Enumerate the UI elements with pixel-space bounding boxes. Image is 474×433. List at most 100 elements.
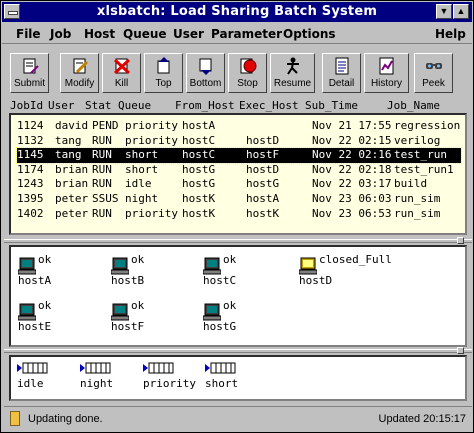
job-cell-time: Nov 22 02:18: [312, 162, 392, 176]
title-bar[interactable]: xlsbatch: Load Sharing Batch System ▼ ▲: [2, 2, 472, 22]
job-cell-exec: hostD: [246, 162, 280, 176]
menu-file[interactable]: File: [16, 27, 41, 41]
kill-button[interactable]: Kill: [102, 53, 141, 93]
job-cell-exec: hostF: [246, 148, 280, 162]
splitter-sash-2[interactable]: [457, 347, 464, 354]
col-from-host[interactable]: From_Host: [175, 99, 235, 112]
menu-parameter[interactable]: Parameter: [211, 27, 282, 41]
job-cell-stat: PEND: [92, 119, 119, 132]
job-cell-from: hostK: [182, 191, 216, 205]
job-cell-exec: hostD: [246, 133, 280, 147]
job-list[interactable]: 1124 david PEND priority hostA Nov 21 17:55 re…: [9, 113, 467, 235]
host-status: closed_Full: [319, 253, 392, 266]
status-updated-time: Updated 20:15:17: [378, 413, 466, 425]
bottom-button[interactable]: Bottom: [186, 53, 225, 93]
job-cell-queue: short: [125, 148, 159, 162]
job-row[interactable]: 1395 peter SSUS night hostK hostA Nov 23 06:03…: [17, 192, 461, 207]
col-queue[interactable]: Queue: [118, 99, 151, 112]
history-icon: [379, 57, 394, 75]
job-cell-stat: SSUS: [92, 191, 119, 205]
computer-closed-icon: [299, 257, 317, 275]
minimize-button[interactable]: ▼: [436, 4, 452, 19]
job-cell-time: Nov 21 17:55: [312, 119, 392, 132]
maximize-button[interactable]: ▲: [453, 4, 469, 19]
menu-job[interactable]: Job: [50, 27, 71, 41]
job-cell-queue: priority: [125, 133, 178, 147]
job-cell-from: hostC: [182, 148, 216, 162]
detail-label: Detail: [328, 78, 355, 89]
host-name: hostB: [111, 274, 145, 287]
job-cell-queue: priority: [125, 119, 178, 132]
computer-icon: [18, 303, 36, 321]
menu-host[interactable]: Host: [84, 27, 115, 41]
col-stat[interactable]: Stat: [85, 99, 112, 112]
queue-name: idle: [17, 377, 44, 390]
job-cell-time: Nov 22 03:17: [312, 177, 392, 191]
top-label: Top: [155, 78, 172, 89]
job-row[interactable]: 1243 brian RUN idle hostG hostG Nov 22 03:17 bu…: [17, 177, 461, 192]
pane-splitter-1[interactable]: [4, 237, 472, 244]
job-row[interactable]: 1132 tang RUN priority hostC hostD Nov 22 02:1…: [17, 134, 461, 149]
host-name: hostC: [203, 274, 237, 287]
pane-splitter-2[interactable]: [4, 347, 472, 354]
stop-button[interactable]: Stop: [228, 53, 267, 93]
computer-icon: [111, 303, 129, 321]
queue-icon: [80, 362, 111, 374]
job-row[interactable]: 1124 david PEND priority hostA Nov 21 17:55 re…: [17, 119, 461, 134]
job-cell-id: 1124: [17, 119, 44, 132]
splitter-sash-1[interactable]: [457, 237, 464, 244]
resume-button[interactable]: Resume: [270, 53, 315, 93]
menu-help[interactable]: Help: [435, 27, 466, 41]
host-item[interactable]: ok hostB: [111, 253, 191, 293]
submit-label: Submit: [13, 78, 46, 89]
resume-icon: [287, 57, 299, 75]
modify-label: Modify: [64, 78, 95, 89]
host-item[interactable]: ok hostC: [203, 253, 283, 293]
host-item[interactable]: ok hostE: [18, 299, 98, 339]
job-cell-exec: hostK: [246, 206, 280, 220]
col-user[interactable]: User: [48, 99, 75, 112]
history-button[interactable]: History: [364, 53, 409, 93]
queue-name: night: [80, 377, 114, 390]
job-cell-queue: night: [125, 191, 159, 205]
job-cell-id: 1395: [17, 191, 44, 205]
host-item[interactable]: ok hostA: [18, 253, 98, 293]
col-exec-host[interactable]: Exec_Host: [239, 99, 299, 112]
job-cell-user: brian: [55, 177, 89, 191]
top-button[interactable]: Top: [144, 53, 183, 93]
job-cell-user: david: [55, 119, 89, 132]
job-row[interactable]: 1174 brian RUN short hostG hostD Nov 22 02:18 t…: [17, 163, 461, 178]
modify-button[interactable]: Modify: [60, 53, 99, 93]
host-status: ok: [38, 299, 52, 312]
host-item[interactable]: closed_Full hostD: [299, 253, 392, 293]
submit-button[interactable]: Submit: [10, 53, 49, 93]
status-bar: Updating done. Updated 20:15:17: [4, 406, 472, 431]
kill-icon: [113, 58, 131, 75]
job-cell-name: regression: [394, 119, 461, 132]
computer-icon: [18, 257, 36, 275]
resume-label: Resume: [273, 78, 312, 89]
col-jobid[interactable]: JobId: [10, 99, 43, 112]
job-cell-time: Nov 23 06:03: [312, 191, 392, 205]
job-row[interactable]: 1402 peter RUN priority hostK hostK Nov 23 06:…: [17, 207, 461, 222]
detail-button[interactable]: Detail: [322, 53, 361, 93]
col-job-name[interactable]: Job_Name: [387, 99, 440, 112]
menu-options[interactable]: Options: [283, 27, 336, 41]
host-name: hostA: [18, 274, 52, 287]
job-cell-user: peter: [55, 206, 89, 220]
bottom-label: Bottom: [189, 78, 222, 89]
menu-user[interactable]: User: [173, 27, 204, 41]
host-status: ok: [223, 299, 237, 312]
host-status: ok: [131, 253, 145, 266]
job-cell-name: run_sim: [394, 191, 441, 205]
host-item[interactable]: ok hostF: [111, 299, 191, 339]
peek-button[interactable]: Peek: [414, 53, 453, 93]
job-row[interactable]: 1145 tang RUN short hostC hostF Nov 22 02:16 te…: [16, 147, 462, 164]
stop-label: Stop: [237, 78, 258, 89]
col-sub-time[interactable]: Sub_Time: [305, 99, 358, 112]
job-cell-stat: RUN: [92, 162, 112, 176]
menu-queue[interactable]: Queue: [123, 27, 167, 41]
detail-icon: [335, 57, 349, 75]
host-item[interactable]: ok hostG: [203, 299, 283, 339]
host-panel: ok hostA ok hostB ok hostC closed_Full hostD ok h…: [9, 245, 467, 347]
